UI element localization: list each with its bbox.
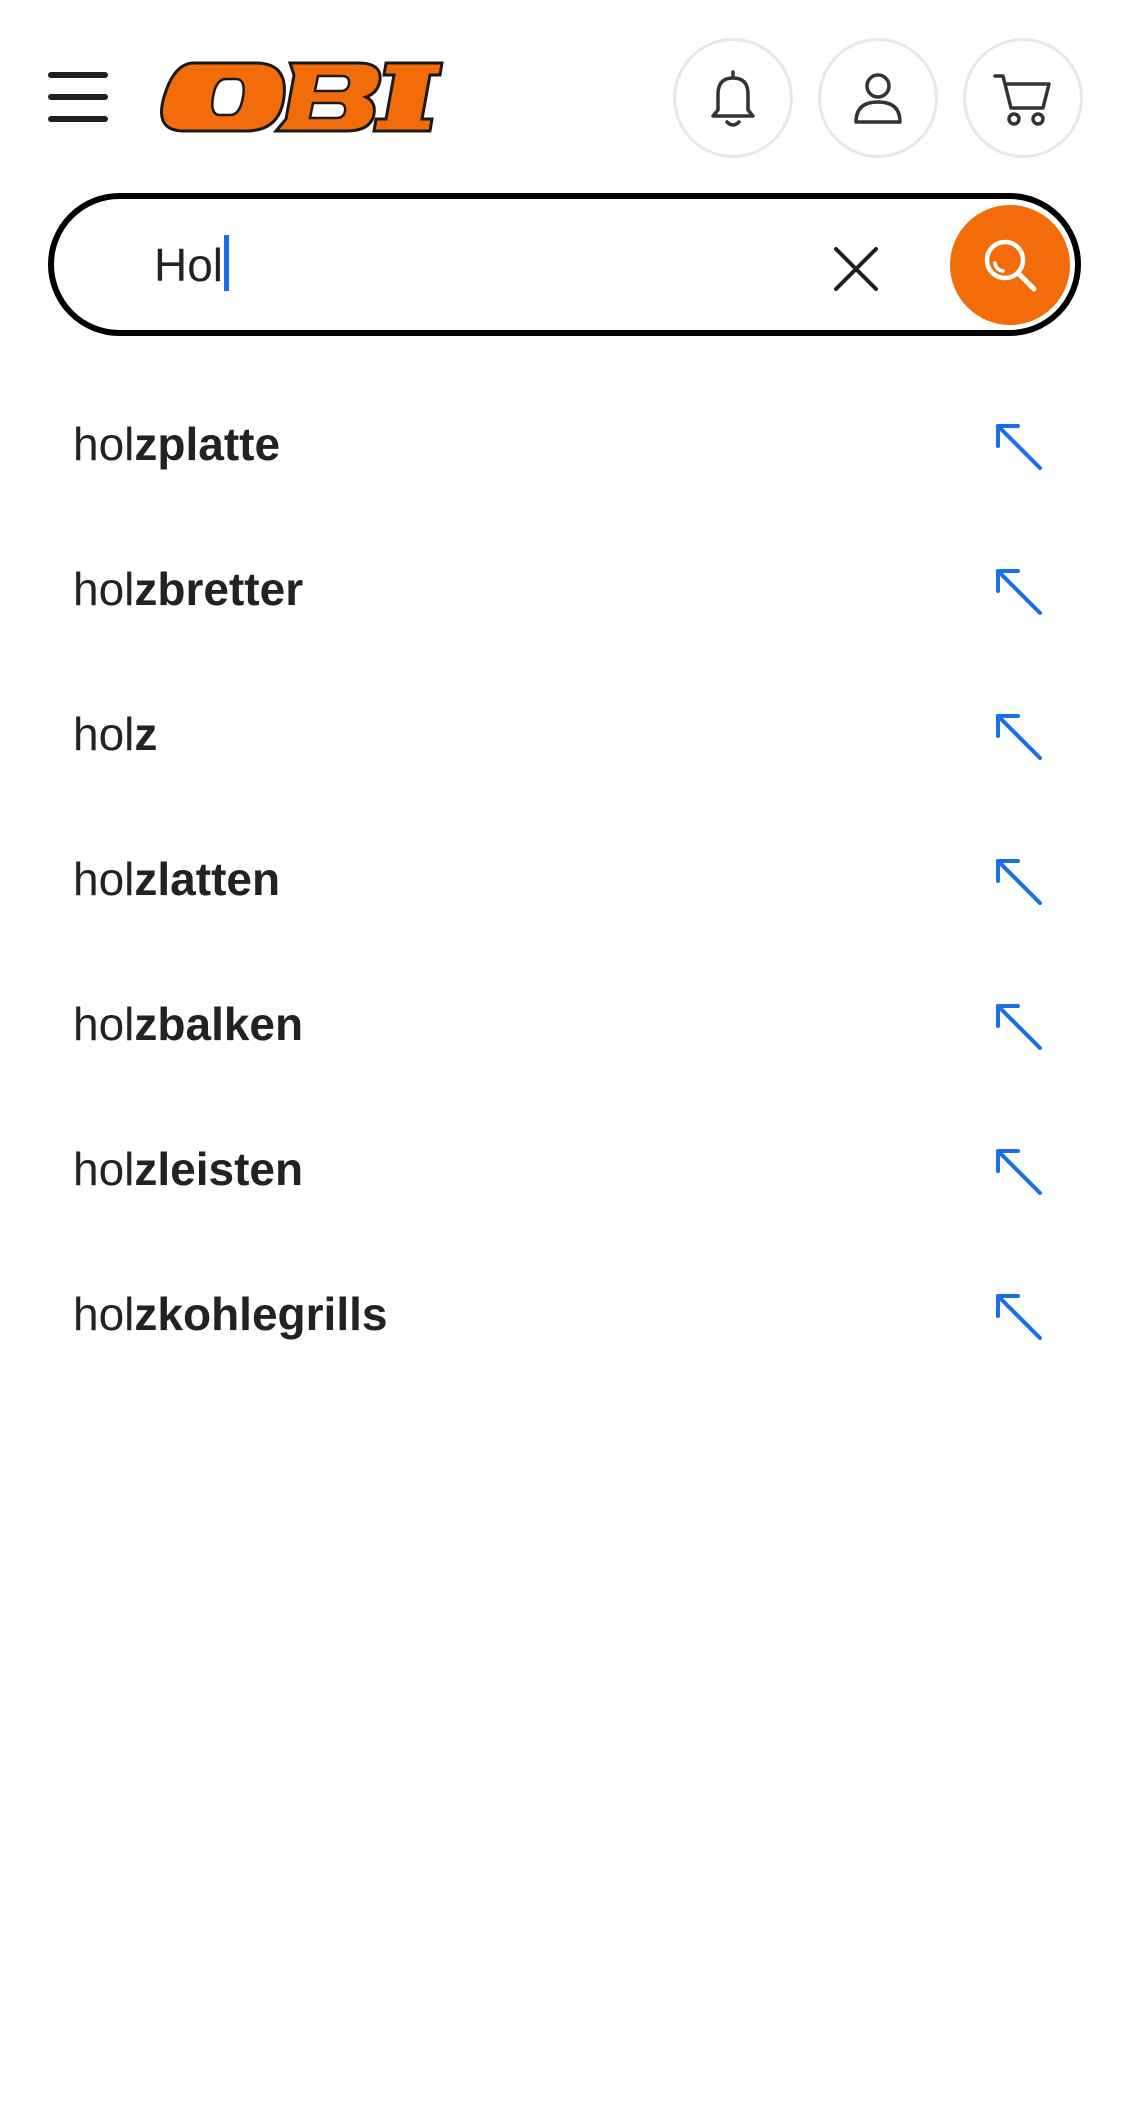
suggestion-typed-part: hol <box>73 708 135 760</box>
suggestion-typed-part: hol <box>73 853 135 905</box>
arrow-up-left-icon <box>996 424 1042 470</box>
suggestion-list: holzplatte holzbretter holz holzlatten h… <box>0 372 1125 1387</box>
suggestion-label: holz <box>73 702 157 766</box>
search-input-value: Hol <box>154 239 224 291</box>
suggestion-completion-part: zplatte <box>134 418 281 470</box>
fill-suggestion-button[interactable] <box>990 708 1046 764</box>
search-submit-button[interactable] <box>950 205 1070 325</box>
app-header: Hol <box>0 0 1125 336</box>
suggestion-completion-part: zkohlegrills <box>134 1288 388 1340</box>
suggestion-typed-part: hol <box>73 418 135 470</box>
fill-suggestion-button[interactable] <box>990 1143 1046 1199</box>
suggestion-label: holzleisten <box>73 1137 303 1201</box>
search-icon <box>984 239 1037 292</box>
obi-logo-graphic <box>160 61 444 133</box>
arrow-up-left-icon <box>996 1004 1042 1050</box>
suggestion-item[interactable]: holzleisten <box>0 1097 1125 1242</box>
arrow-up-left-icon <box>996 569 1042 615</box>
suggestion-typed-part: hol <box>73 563 135 615</box>
suggestion-item[interactable]: holz <box>0 662 1125 807</box>
suggestion-item[interactable]: holzplatte <box>0 372 1125 517</box>
user-icon <box>854 73 902 124</box>
notifications-button[interactable] <box>673 38 793 158</box>
suggestion-typed-part: hol <box>73 1288 135 1340</box>
cart-button[interactable] <box>963 38 1083 158</box>
fill-suggestion-button[interactable] <box>990 1288 1046 1344</box>
suggestion-label: holzbretter <box>73 557 303 621</box>
suggestion-typed-part: hol <box>73 1143 135 1195</box>
account-button[interactable] <box>818 38 938 158</box>
suggestion-label: holzkohlegrills <box>73 1282 387 1346</box>
suggestion-completion-part: z <box>134 708 158 760</box>
suggestion-item[interactable]: holzbalken <box>0 952 1125 1097</box>
close-icon <box>834 247 878 291</box>
fill-suggestion-button[interactable] <box>990 418 1046 474</box>
suggestion-item[interactable]: holzkohlegrills <box>0 1242 1125 1387</box>
suggestion-completion-part: zleisten <box>134 1143 304 1195</box>
fill-suggestion-button[interactable] <box>990 998 1046 1054</box>
shopping-cart-icon <box>993 74 1051 126</box>
bell-icon <box>711 70 755 127</box>
suggestion-label: holzlatten <box>73 847 280 911</box>
suggestion-item[interactable]: holzlatten <box>0 807 1125 952</box>
arrow-up-left-icon <box>996 859 1042 905</box>
suggestion-item[interactable]: holzbretter <box>0 517 1125 662</box>
text-caret <box>224 235 230 291</box>
suggestion-label: holzbalken <box>73 992 303 1056</box>
suggestion-typed-part: hol <box>73 998 135 1050</box>
search-input[interactable]: Hol <box>154 233 814 297</box>
fill-suggestion-button[interactable] <box>990 563 1046 619</box>
suggestion-label: holzplatte <box>73 412 280 476</box>
obi-logo[interactable] <box>160 60 445 134</box>
hamburger-menu-icon <box>48 72 108 78</box>
arrow-up-left-icon <box>996 1294 1042 1340</box>
clear-search-button[interactable] <box>830 243 882 295</box>
fill-suggestion-button[interactable] <box>990 853 1046 909</box>
arrow-up-left-icon <box>996 1149 1042 1195</box>
suggestion-completion-part: zlatten <box>134 853 281 905</box>
suggestion-completion-part: zbalken <box>134 998 304 1050</box>
search-bar: Hol <box>48 193 1081 336</box>
menu-button[interactable] <box>46 68 110 126</box>
suggestion-completion-part: zbretter <box>134 563 304 615</box>
arrow-up-left-icon <box>996 714 1042 760</box>
